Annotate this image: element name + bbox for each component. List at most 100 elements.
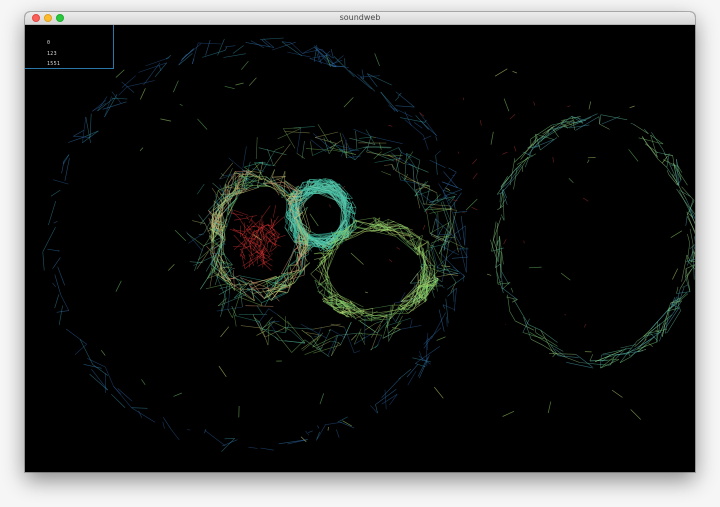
network-edge: [257, 181, 268, 188]
network-edge: [83, 364, 102, 369]
network-edge: [379, 142, 382, 150]
network-edge: [579, 362, 610, 366]
network-edge: [355, 207, 357, 214]
network-edge: [227, 309, 233, 318]
network-edge: [339, 421, 355, 429]
network-edge: [567, 105, 571, 108]
network-edge: [398, 235, 419, 250]
network-edge: [466, 247, 468, 273]
network-edge: [666, 170, 670, 175]
network-edge: [430, 218, 436, 237]
network-edge: [509, 114, 516, 120]
visualization-canvas[interactable]: 0 123 1551: [25, 25, 695, 472]
network-edge: [248, 77, 257, 86]
network-edge: [500, 176, 508, 188]
network-edge: [327, 426, 329, 431]
network-edge: [131, 407, 148, 409]
network-edge: [513, 299, 529, 325]
network-edge: [503, 98, 510, 112]
network-edge: [127, 80, 155, 87]
window-titlebar[interactable]: soundweb: [25, 12, 695, 25]
network-edge: [313, 323, 341, 330]
network-edge: [317, 124, 329, 141]
network-edge: [56, 310, 69, 313]
network-edge: [241, 60, 249, 70]
network-edge: [446, 316, 448, 327]
network-edge: [316, 424, 326, 441]
network-edge: [374, 53, 380, 67]
network-edge: [659, 332, 663, 342]
network-edge: [513, 142, 536, 163]
network-edge: [630, 409, 641, 420]
network-edge: [359, 320, 376, 333]
network-edge: [261, 205, 271, 219]
network-edge: [443, 189, 463, 197]
network-edge: [205, 39, 211, 56]
network-edge: [524, 140, 536, 168]
network-edge: [382, 147, 399, 156]
network-edge: [629, 105, 635, 109]
network-edge: [404, 151, 414, 165]
network-edge: [530, 339, 544, 346]
stats-panel: 0 123 1551: [25, 25, 114, 69]
network-edge: [42, 251, 45, 271]
network-edge: [82, 116, 87, 143]
network-edge: [685, 216, 688, 226]
network-edge: [448, 240, 465, 249]
network-edge: [435, 136, 438, 141]
desktop-background: soundweb 0 123 1551: [0, 0, 720, 507]
network-edge: [460, 247, 467, 273]
network-edge: [52, 282, 56, 288]
network-edge: [287, 320, 306, 343]
network-edge: [271, 242, 281, 247]
network-edge: [666, 310, 681, 333]
network-edge: [438, 309, 445, 332]
network-edge: [267, 148, 274, 166]
network-edge: [228, 208, 242, 221]
network-edge: [296, 153, 305, 159]
network-edge: [121, 81, 135, 93]
network-edge: [268, 321, 277, 334]
network-edge: [328, 143, 337, 154]
app-window: soundweb 0 123 1551: [25, 12, 695, 472]
network-edge: [427, 240, 432, 269]
network-edge: [42, 226, 56, 253]
network-edge: [422, 203, 451, 207]
network-edge: [198, 42, 222, 45]
network-edge: [513, 146, 517, 152]
network-edge: [50, 189, 61, 197]
network-edge: [57, 266, 65, 286]
network-edge: [242, 146, 247, 169]
network-edge: [244, 161, 263, 168]
network-edge: [66, 328, 87, 345]
network-edge: [494, 68, 508, 77]
network-edge: [352, 201, 357, 208]
network-edge: [267, 322, 270, 346]
network-edge: [344, 327, 355, 354]
network-edge: [372, 136, 376, 138]
network-edge: [139, 88, 146, 100]
network-edge: [510, 287, 514, 293]
network-edge: [608, 347, 627, 366]
network-edge: [398, 147, 402, 153]
network-edge: [205, 283, 229, 290]
network-edge: [447, 276, 466, 290]
network-edge: [284, 227, 295, 243]
network-edge: [174, 229, 187, 242]
stat-value-1: 0: [47, 40, 51, 46]
network-edge: [257, 308, 270, 324]
network-edge: [529, 331, 551, 345]
network-edge: [179, 103, 183, 106]
network-edge: [319, 393, 325, 405]
network-edge: [188, 232, 205, 244]
network-edge: [380, 91, 399, 112]
network-edge: [542, 124, 566, 140]
network-edge: [687, 233, 690, 244]
network-edge: [360, 332, 364, 336]
network-edge: [304, 339, 330, 358]
network-edge: [260, 447, 274, 451]
network-edge: [672, 268, 679, 280]
network-edge: [249, 257, 251, 268]
network-edge: [102, 101, 127, 110]
network-edge: [371, 308, 374, 314]
